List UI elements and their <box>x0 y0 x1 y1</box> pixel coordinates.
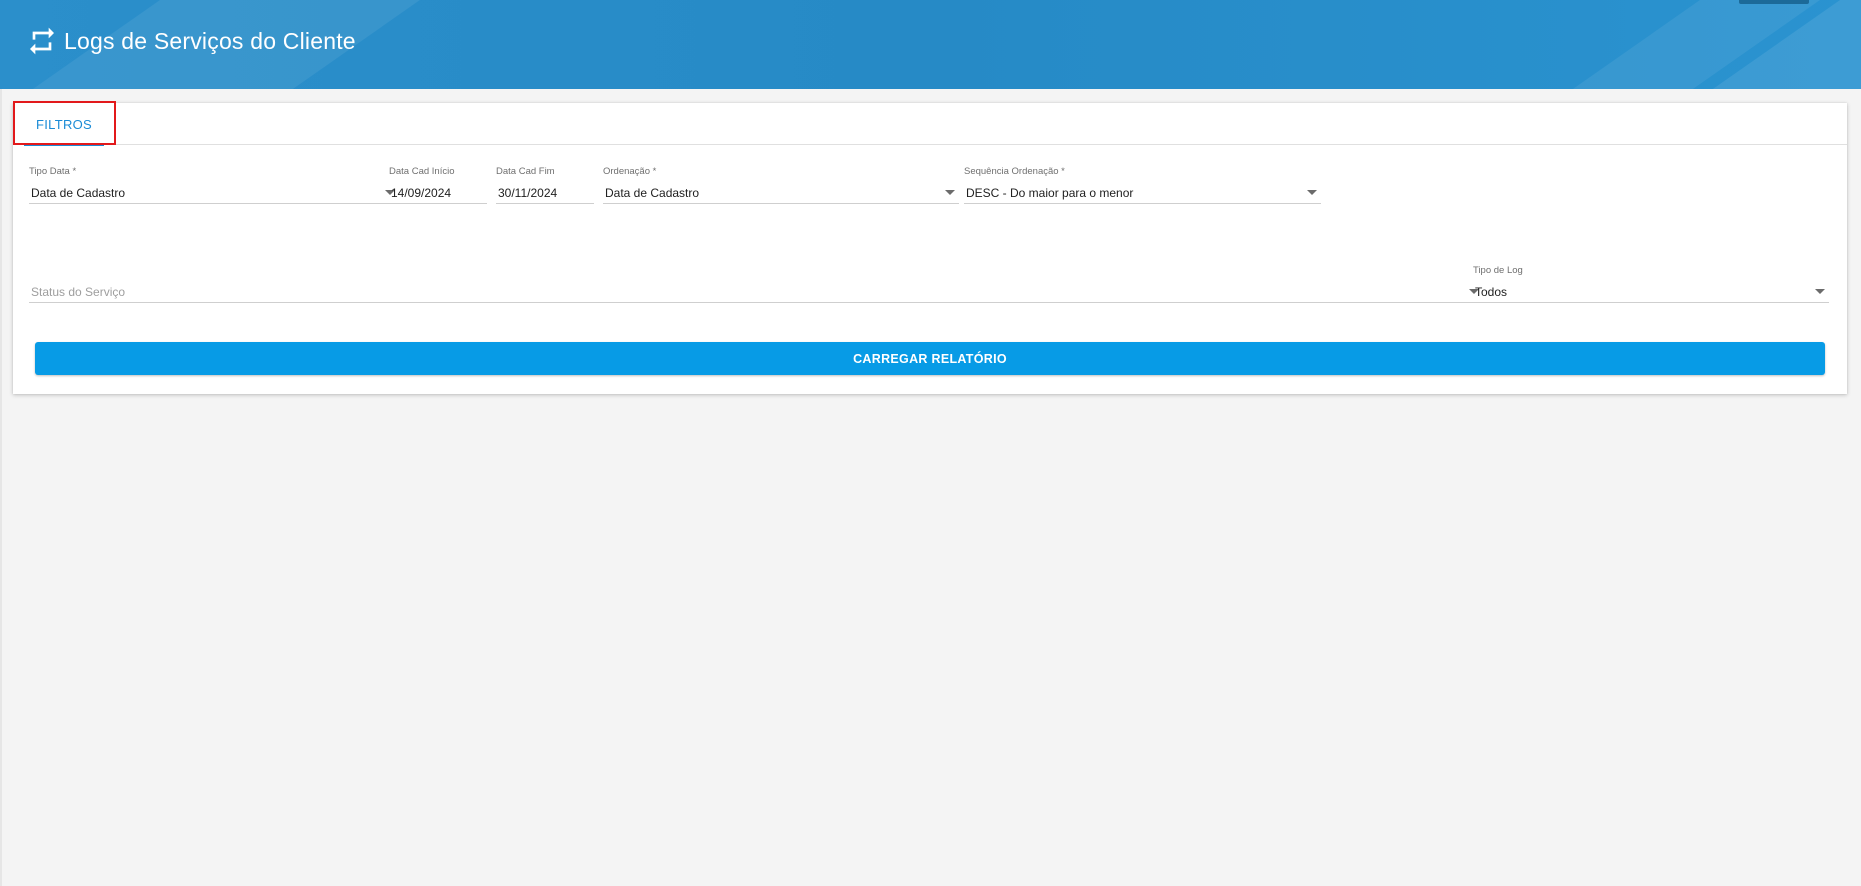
tipo-log-value: Todos <box>1475 284 1508 299</box>
ordenacao-value: Data de Cadastro <box>605 185 700 200</box>
data-fim-input[interactable]: 30/11/2024 <box>496 182 594 204</box>
tipo-data-select[interactable]: Data de Cadastro <box>29 182 399 204</box>
repeat-icon <box>30 27 54 55</box>
data-inicio-input[interactable]: 14/09/2024 <box>389 182 487 204</box>
sequencia-select[interactable]: DESC - Do maior para o menor <box>964 182 1321 204</box>
chevron-down-icon <box>1307 190 1317 195</box>
status-servico-placeholder: Status do Serviço <box>31 284 126 299</box>
chevron-down-icon <box>945 190 955 195</box>
tipo-log-select[interactable]: Todos <box>1473 281 1829 303</box>
sequencia-value: DESC - Do maior para o menor <box>966 185 1134 200</box>
data-inicio-label: Data Cad Início <box>389 166 455 177</box>
active-tab-indicator <box>24 144 104 146</box>
page-title: Logs de Serviços do Cliente <box>64 27 356 54</box>
data-inicio-value: 14/09/2024 <box>391 185 452 200</box>
status-servico-select[interactable]: Status do Serviço <box>29 281 1483 303</box>
tipo-log-label: Tipo de Log <box>1473 265 1523 276</box>
filters-card: FILTROS Tipo Data * Data de Cadastro Dat… <box>13 101 1847 394</box>
page-header: Logs de Serviços do Cliente <box>0 0 1861 89</box>
tab-filtros[interactable]: FILTROS <box>24 103 104 146</box>
ordenacao-select[interactable]: Data de Cadastro <box>603 182 959 204</box>
data-fim-label: Data Cad Fim <box>496 166 555 177</box>
data-fim-value: 30/11/2024 <box>498 185 558 200</box>
tab-filtros-label: FILTROS <box>35 116 93 132</box>
ordenacao-label: Ordenação * <box>603 166 657 177</box>
tipo-data-value: Data de Cadastro <box>31 185 126 200</box>
tipo-data-label: Tipo Data * <box>29 166 77 177</box>
load-report-label: CARREGAR RELATÓRIO <box>853 351 1007 366</box>
left-edge <box>0 89 2 886</box>
header-top-tab <box>1739 0 1809 4</box>
page-title-group: Logs de Serviços do Cliente <box>26 24 356 58</box>
chevron-down-icon <box>1815 289 1825 294</box>
sequencia-label: Sequência Ordenação * <box>964 166 1065 177</box>
tab-bar: FILTROS <box>13 101 1847 146</box>
load-report-button[interactable]: CARREGAR RELATÓRIO <box>35 342 1825 375</box>
